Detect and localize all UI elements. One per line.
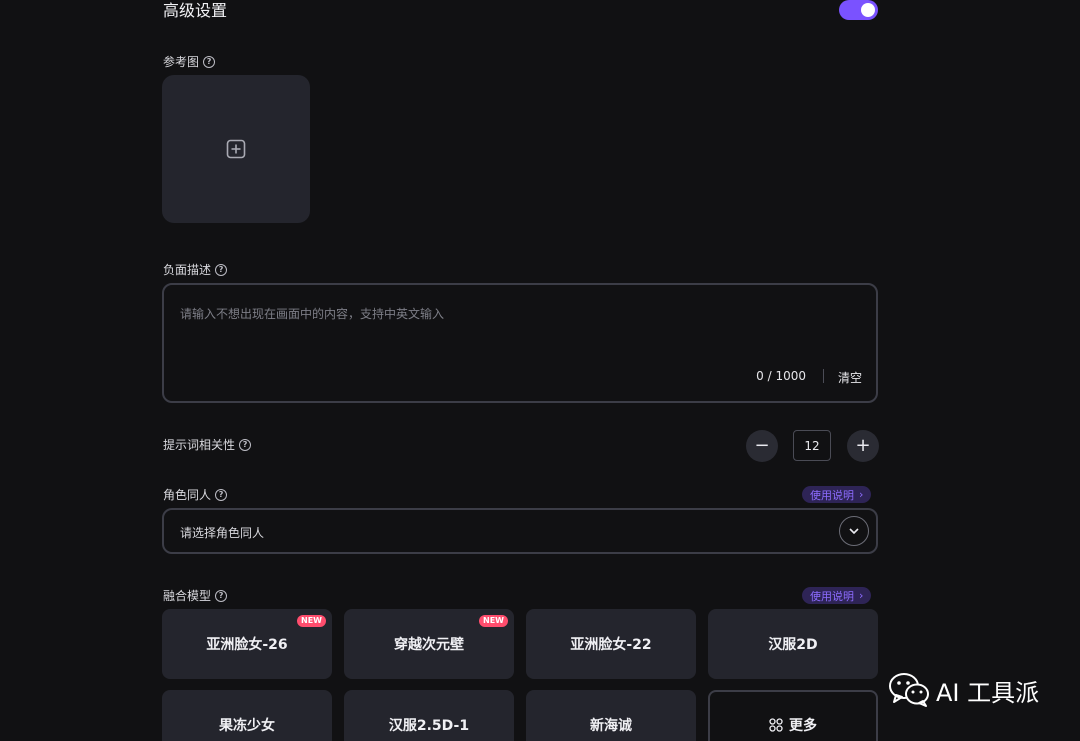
model-name: 汉服2D	[768, 637, 818, 653]
model-card[interactable]: 穿越次元壁 NEW	[344, 609, 514, 679]
fusion-model-label-row: 融合模型 ?	[163, 588, 228, 604]
add-image-icon	[226, 139, 246, 159]
help-icon[interactable]: ?	[215, 590, 228, 602]
prompt-relevance-value[interactable]: 12	[793, 430, 831, 461]
character-select-value: 请选择角色同人	[180, 526, 265, 540]
character-label: 角色同人	[163, 488, 212, 502]
reference-image-label-row: 参考图 ?	[163, 54, 216, 70]
fusion-model-label: 融合模型	[163, 589, 212, 603]
help-icon[interactable]: ?	[215, 264, 228, 276]
more-label: 更多	[789, 718, 817, 734]
advanced-settings-toggle[interactable]	[839, 0, 878, 20]
chevron-right-icon: ›	[859, 488, 864, 501]
model-name: 亚洲脸女-26	[206, 637, 288, 653]
usage-guide-label: 使用说明	[810, 488, 854, 502]
section-title: 高级设置	[163, 1, 228, 20]
prompt-relevance-label-row: 提示词相关性 ?	[163, 437, 252, 453]
help-icon[interactable]: ?	[215, 489, 228, 501]
help-icon[interactable]: ?	[239, 439, 252, 451]
advanced-settings-page: 高级设置 参考图 ? 负面描述 ? 请输入不想出现在画面中的内容，支持中英文输入…	[0, 0, 1080, 741]
toggle-knob	[861, 3, 875, 17]
model-card[interactable]: 汉服2D	[708, 609, 878, 679]
chevron-down-icon[interactable]	[839, 516, 869, 546]
model-name: 新海诚	[590, 718, 632, 734]
model-card[interactable]: 亚洲脸女-26 NEW	[162, 609, 332, 679]
negative-prompt-label: 负面描述	[163, 263, 212, 277]
model-name: 穿越次元壁	[394, 637, 464, 653]
model-card[interactable]: 果冻少女	[162, 690, 332, 741]
negative-prompt-placeholder: 请输入不想出现在画面中的内容，支持中英文输入	[180, 307, 445, 321]
character-label-row: 角色同人 ?	[163, 487, 228, 503]
model-card[interactable]: 汉服2.5D-1	[344, 690, 514, 741]
reference-image-label: 参考图	[163, 55, 200, 69]
prompt-relevance-label: 提示词相关性	[163, 438, 236, 452]
negative-prompt-input[interactable]: 请输入不想出现在画面中的内容，支持中英文输入 0 / 1000 清空	[162, 283, 878, 403]
usage-guide-label: 使用说明	[810, 589, 854, 603]
reference-image-upload[interactable]	[162, 75, 310, 223]
character-count: 0 / 1000	[756, 369, 806, 383]
grid-icon	[769, 718, 783, 732]
chevron-right-icon: ›	[859, 589, 864, 602]
model-name: 亚洲脸女-22	[570, 637, 652, 653]
new-badge: NEW	[479, 615, 508, 627]
watermark: AI 工具派	[888, 672, 1039, 708]
wechat-icon	[889, 673, 929, 707]
clear-button[interactable]: 清空	[838, 369, 862, 386]
divider	[823, 369, 824, 383]
negative-prompt-label-row: 负面描述 ?	[163, 262, 228, 278]
model-card[interactable]: 新海诚	[526, 690, 696, 741]
model-card[interactable]: 亚洲脸女-22	[526, 609, 696, 679]
decrement-button[interactable]: −	[746, 430, 778, 462]
model-name: 果冻少女	[219, 718, 275, 734]
character-usage-guide-link[interactable]: 使用说明 ›	[802, 486, 872, 503]
character-select[interactable]: 请选择角色同人	[162, 508, 878, 554]
fusion-model-usage-guide-link[interactable]: 使用说明 ›	[802, 587, 872, 604]
model-name: 汉服2.5D-1	[388, 718, 470, 734]
watermark-text: AI 工具派	[936, 678, 1040, 707]
more-models-button[interactable]: 更多	[708, 690, 878, 741]
help-icon[interactable]: ?	[203, 56, 216, 68]
new-badge: NEW	[297, 615, 326, 627]
increment-button[interactable]: +	[847, 430, 879, 462]
